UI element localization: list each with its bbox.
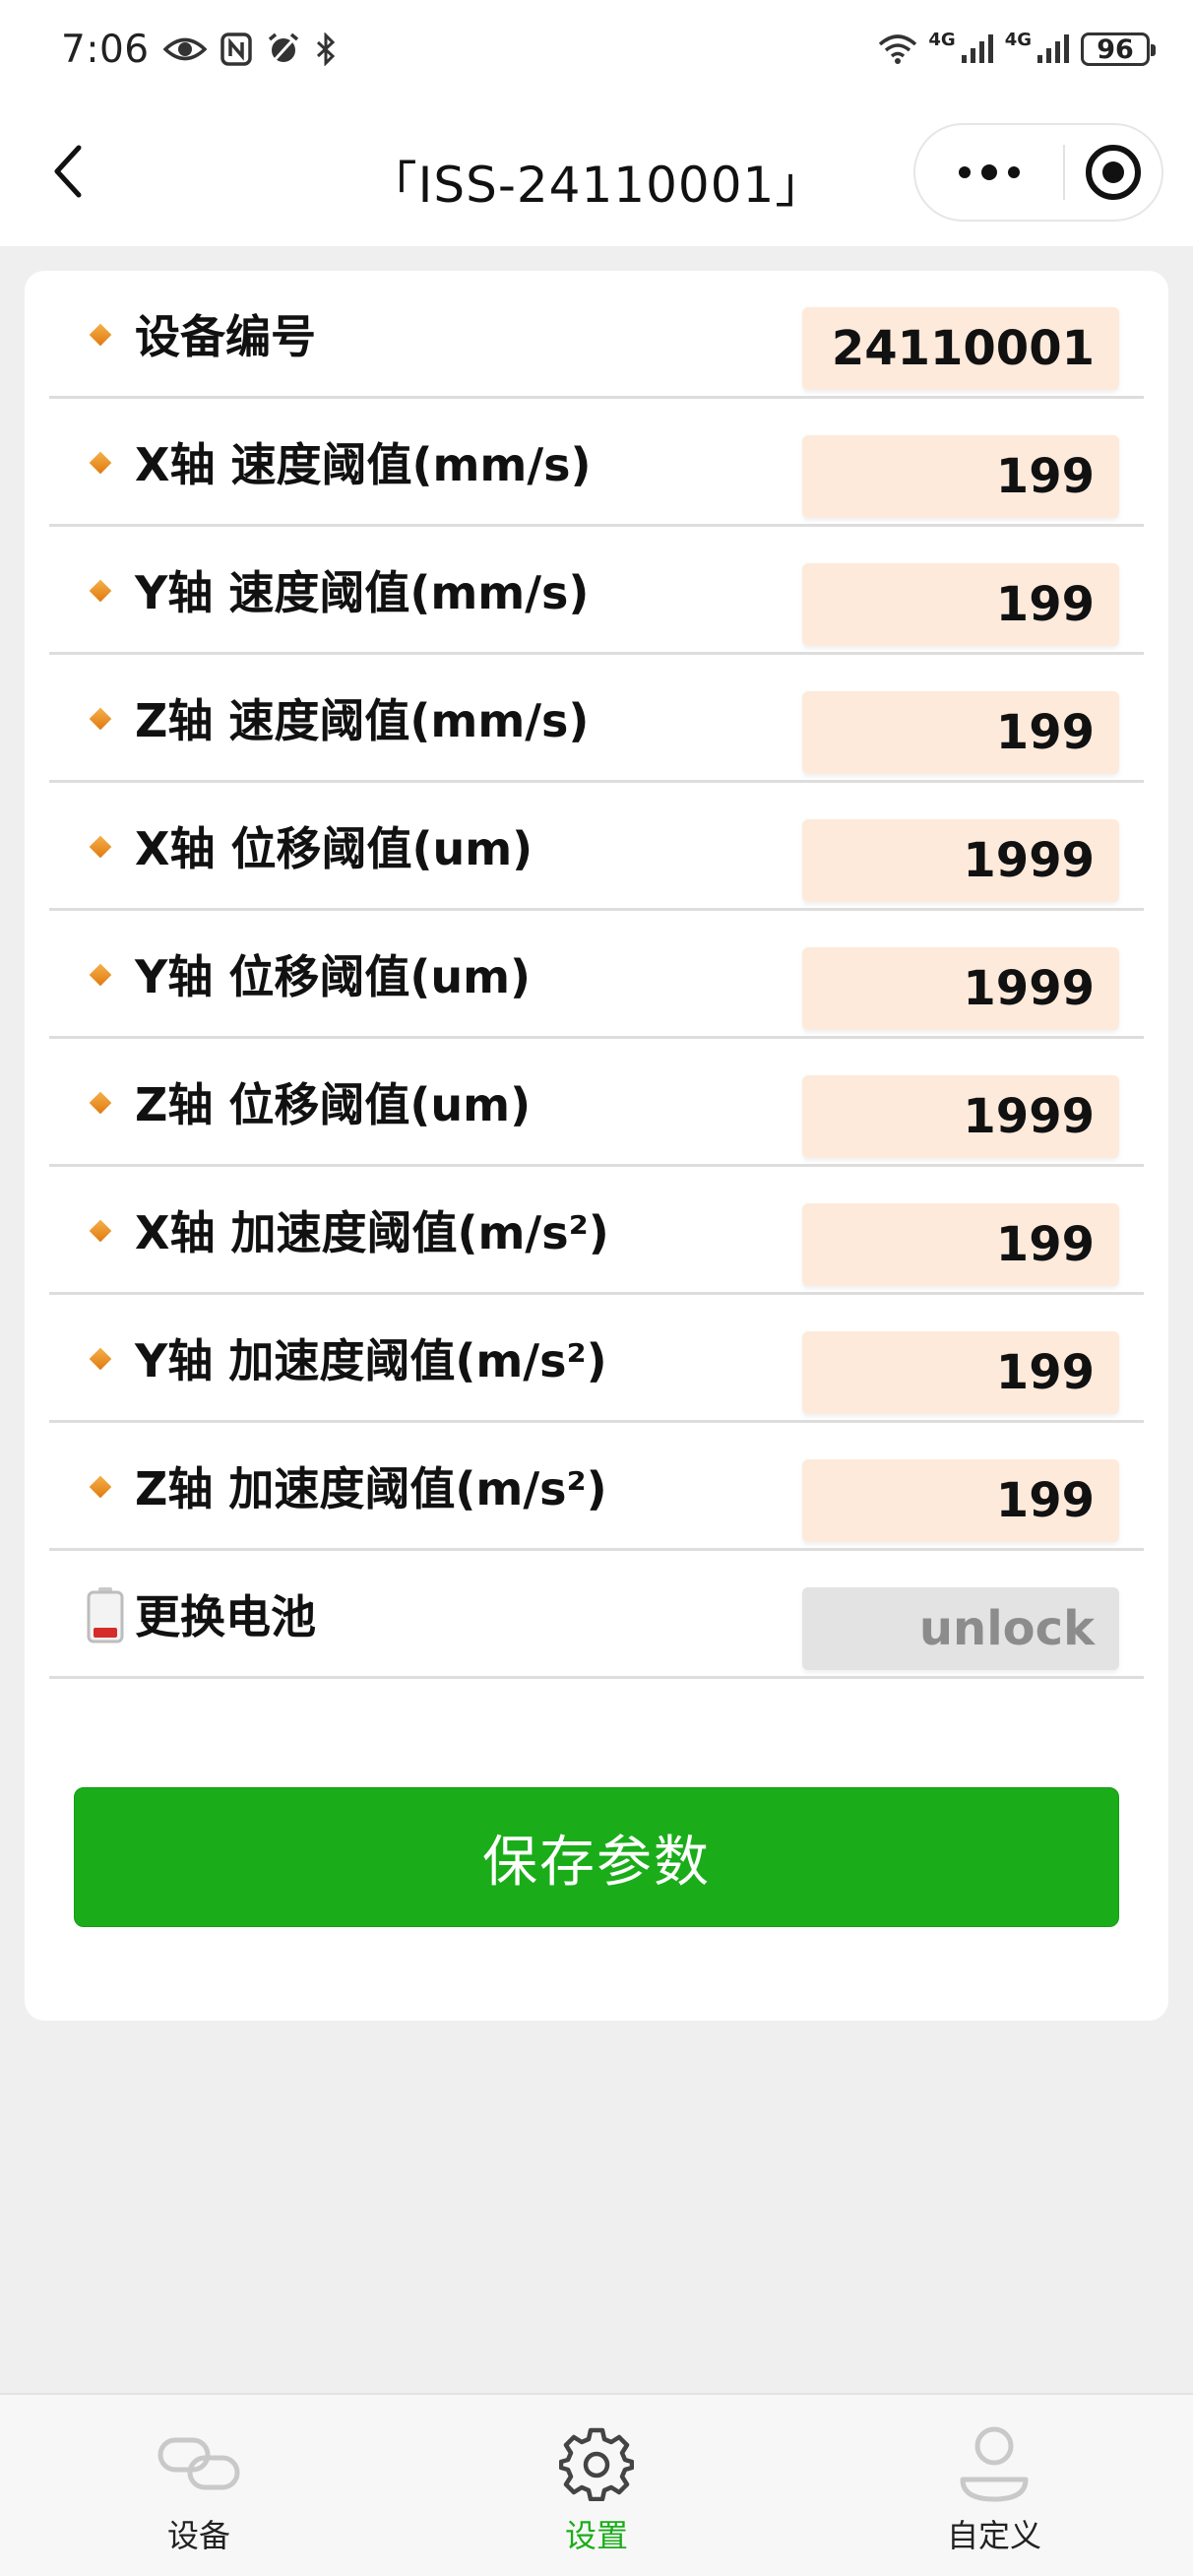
param-label: X轴 速度阈值(mm/s) <box>135 437 592 491</box>
param-input-z-displacement[interactable]: 1999 <box>802 1075 1119 1158</box>
diamond-bullet-icon <box>89 1347 112 1371</box>
save-params-button[interactable]: 保存参数 <box>74 1787 1119 1927</box>
more-dots-icon <box>959 164 1020 180</box>
param-row-z-displacement: Z轴 位移阈值(um) 1999 <box>49 1039 1144 1167</box>
param-row-y-acceleration: Y轴 加速度阈值(m/s²) 199 <box>49 1295 1144 1423</box>
param-label: Y轴 速度阈值(mm/s) <box>135 565 590 619</box>
tab-custom[interactable]: 自定义 <box>795 2395 1193 2576</box>
param-input-x-displacement[interactable]: 1999 <box>802 819 1119 902</box>
param-label: Z轴 加速度阈值(m/s²) <box>135 1461 607 1515</box>
nav-bar: 「ISS-24110001」 <box>0 98 1193 246</box>
battery-indicator: 96 <box>1081 32 1156 66</box>
param-label: X轴 加速度阈值(m/s²) <box>135 1205 609 1259</box>
diamond-bullet-icon <box>89 1219 112 1243</box>
param-row-device-id: 设备编号 24110001 <box>49 271 1144 399</box>
close-button[interactable] <box>1065 125 1162 220</box>
diamond-bullet-icon <box>89 451 112 475</box>
param-row-x-acceleration: X轴 加速度阈值(m/s²) 199 <box>49 1167 1144 1295</box>
diamond-bullet-icon <box>89 835 112 859</box>
param-label: X轴 位移阈值(um) <box>135 821 534 875</box>
link-icon <box>155 2422 243 2505</box>
network-type-2: 4G <box>1004 29 1032 50</box>
user-icon <box>950 2422 1038 2505</box>
param-input-y-velocity[interactable]: 199 <box>802 563 1119 646</box>
diamond-bullet-icon <box>89 963 112 987</box>
param-label: Y轴 加速度阈值(m/s²) <box>135 1333 607 1387</box>
param-input-x-velocity[interactable]: 199 <box>802 435 1119 518</box>
network-type-1: 4G <box>928 29 956 50</box>
wifi-icon <box>877 32 918 66</box>
param-row-x-displacement: X轴 位移阈值(um) 1999 <box>49 783 1144 911</box>
param-label: 设备编号 <box>135 309 316 363</box>
tab-device[interactable]: 设备 <box>0 2395 398 2576</box>
param-label: Y轴 位移阈值(um) <box>135 949 532 1003</box>
status-left: 7:06 <box>61 28 337 72</box>
signal-icon <box>960 33 995 65</box>
diamond-bullet-icon <box>89 579 112 603</box>
signal-icon <box>1036 33 1071 65</box>
status-bar: 7:06 4G 4G 96 <box>0 0 1193 98</box>
param-input-device-id[interactable]: 24110001 <box>802 307 1119 390</box>
tab-label: 设置 <box>564 2517 628 2554</box>
param-row-z-acceleration: Z轴 加速度阈值(m/s²) 199 <box>49 1423 1144 1551</box>
target-close-icon <box>1086 145 1141 200</box>
status-right: 4G 4G 96 <box>877 29 1156 66</box>
gear-icon <box>552 2422 641 2505</box>
param-input-x-acceleration[interactable]: 199 <box>802 1203 1119 1286</box>
param-label: Z轴 速度阈值(mm/s) <box>135 693 590 747</box>
param-row-replace-battery: 更换电池 unlock <box>49 1551 1144 1679</box>
eye-icon <box>162 34 207 64</box>
mini-program-capsule <box>913 123 1163 222</box>
low-battery-icon <box>84 1585 127 1644</box>
status-time: 7:06 <box>61 27 150 72</box>
settings-card: 设备编号 24110001 X轴 速度阈值(mm/s) 199 Y轴 速度阈值(… <box>25 271 1168 2021</box>
param-input-z-velocity[interactable]: 199 <box>802 691 1119 774</box>
tab-bar: 设备 设置 自定义 <box>0 2393 1193 2576</box>
more-button[interactable] <box>915 125 1063 220</box>
param-input-y-displacement[interactable]: 1999 <box>802 947 1119 1030</box>
param-row-y-displacement: Y轴 位移阈值(um) 1999 <box>49 911 1144 1039</box>
param-row-y-velocity: Y轴 速度阈值(mm/s) 199 <box>49 527 1144 655</box>
diamond-bullet-icon <box>89 1475 112 1499</box>
param-input-z-acceleration[interactable]: 199 <box>802 1459 1119 1542</box>
tab-label: 自定义 <box>946 2517 1041 2554</box>
param-input-y-acceleration[interactable]: 199 <box>802 1331 1119 1414</box>
param-label: Z轴 位移阈值(um) <box>135 1077 532 1131</box>
param-row-z-velocity: Z轴 速度阈值(mm/s) 199 <box>49 655 1144 783</box>
nfc-icon <box>220 32 252 66</box>
param-label: 更换电池 <box>135 1589 316 1643</box>
param-row-x-velocity: X轴 速度阈值(mm/s) 199 <box>49 399 1144 527</box>
param-list: 设备编号 24110001 X轴 速度阈值(mm/s) 199 Y轴 速度阈值(… <box>49 271 1144 1679</box>
tab-settings[interactable]: 设置 <box>398 2395 795 2576</box>
tab-label: 设备 <box>166 2517 230 2554</box>
diamond-bullet-icon <box>89 1091 112 1115</box>
unlock-button[interactable]: unlock <box>802 1587 1119 1670</box>
diamond-bullet-icon <box>89 323 112 347</box>
diamond-bullet-icon <box>89 707 112 731</box>
bluetooth-icon <box>315 32 337 66</box>
alarm-off-icon <box>266 32 301 67</box>
